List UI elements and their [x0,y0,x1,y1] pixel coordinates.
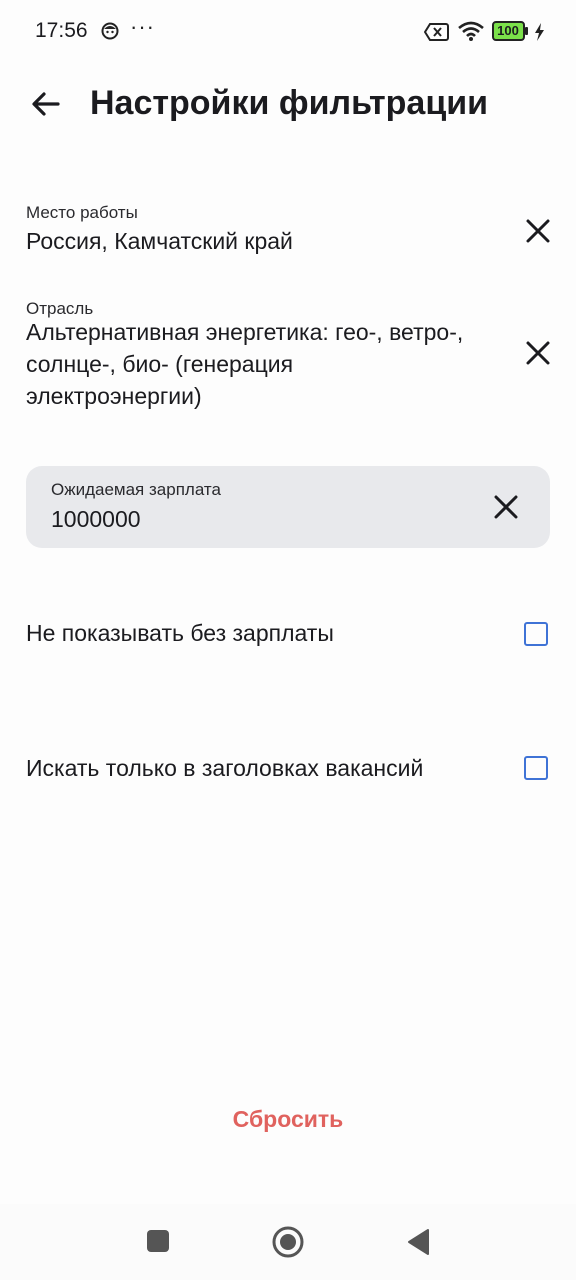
industry-value-line: Альтернативная энергетика: гео-, ветро-, [26,319,464,345]
charging-bolt-icon [535,23,544,41]
nav-back-triangle-icon[interactable] [406,1228,430,1256]
home-circle-icon[interactable] [272,1226,304,1258]
clear-industry-close-icon[interactable] [518,333,558,373]
wifi-icon [458,21,484,41]
clear-salary-close-icon[interactable] [486,487,526,527]
battery-icon: 100 [492,21,530,41]
industry-value[interactable]: Альтернативная энергетика: гео-, ветро-,… [26,316,506,412]
search-titles-only-label[interactable]: Искать только в заголовках вакансий [26,755,423,782]
salary-input-card[interactable]: Ожидаемая зарплата 1000000 [26,466,550,548]
search-titles-only-checkbox[interactable] [524,756,548,780]
clear-workplace-close-icon[interactable] [518,211,558,251]
sim-error-icon [424,23,449,41]
industry-value-line: солнце-, био- (генерация [26,351,294,377]
workplace-label: Место работы [26,203,138,222]
page-title: Настройки фильтрации [90,84,489,122]
workplace-value[interactable]: Россия, Камчатский край [26,225,293,257]
industry-value-line: электроэнергии) [26,383,202,409]
hide-without-salary-label[interactable]: Не показывать без зарплаты [26,620,334,647]
recents-square-icon[interactable] [147,1230,169,1252]
smiley-face-icon [101,22,119,40]
reset-button[interactable]: Сбросить [188,1096,388,1142]
status-more-dots: ··· [130,14,155,39]
salary-label: Ожидаемая зарплата [51,480,221,499]
status-bar: 17:56 ··· 100 [0,0,576,64]
battery-level: 100 [497,23,519,38]
hide-without-salary-checkbox[interactable] [524,622,548,646]
status-time: 17:56 [35,19,88,42]
arrow-left-icon[interactable] [26,84,66,124]
salary-value[interactable]: 1000000 [51,503,141,535]
